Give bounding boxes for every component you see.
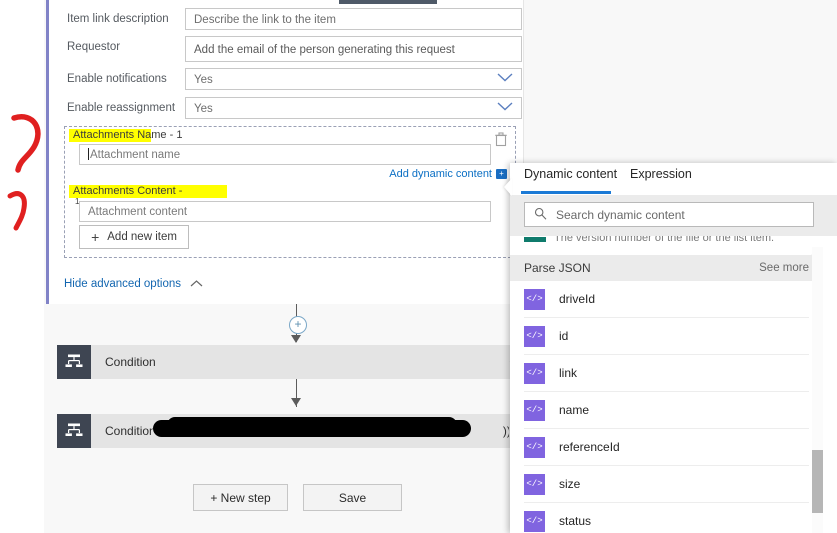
- dynamic-content-item-label: status: [559, 514, 592, 528]
- search-icon: [534, 207, 547, 223]
- expression-chip-icon: </>: [524, 325, 545, 347]
- form-row-item-link-description: Item link description Describe the link …: [67, 8, 522, 30]
- tab-active-underline: [521, 191, 611, 194]
- chevron-up-icon: [190, 278, 203, 290]
- dynamic-content-item[interactable]: </> driveId: [524, 281, 809, 318]
- dynamic-content-item-label: referenceId: [559, 440, 620, 454]
- select-value: Yes: [194, 103, 213, 115]
- connector-arrow: [291, 398, 301, 406]
- search-area: Search dynamic content: [510, 195, 837, 236]
- attachments-repeating-group: Attachments Name - 1 Attachment name Add…: [64, 126, 516, 258]
- add-dynamic-content-label: Add dynamic content: [389, 168, 492, 180]
- save-button[interactable]: Save: [303, 484, 402, 511]
- dynamic-content-panel: Dynamic content Expression Search dynami…: [510, 163, 837, 533]
- flow-step-condition-1[interactable]: Condition •: [57, 345, 524, 379]
- expression-chip-icon: </>: [524, 436, 545, 458]
- attachment-content-input[interactable]: Attachment content: [79, 201, 491, 222]
- form-row-enable-notifications: Enable notifications Yes: [67, 68, 522, 90]
- flow-step-title: Condition -: [105, 424, 153, 438]
- dynamic-content-item-label: link: [559, 366, 578, 380]
- flow-designer-canvas: Item link description Describe the link …: [0, 0, 837, 533]
- hide-advanced-options-toggle[interactable]: Hide advanced options: [64, 278, 203, 290]
- tab-expression[interactable]: Expression: [630, 167, 692, 181]
- chevron-down-icon: [497, 69, 513, 89]
- connector-arrow: [291, 335, 301, 343]
- canvas-left-margin: [0, 0, 44, 533]
- attachment-name-input[interactable]: Attachment name: [79, 144, 491, 165]
- dynamic-content-item[interactable]: </> name: [524, 392, 809, 429]
- chevron-down-icon: [497, 98, 513, 118]
- tab-dynamic-content[interactable]: Dynamic content: [524, 167, 617, 181]
- dynamic-content-item-label: name: [559, 403, 590, 417]
- dynamic-content-item-label: driveId: [559, 292, 596, 306]
- dynamic-content-item[interactable]: </> size: [524, 466, 809, 503]
- add-new-item-button[interactable]: + Add new item: [79, 225, 189, 249]
- requestor-input[interactable]: Add the email of the person generating t…: [185, 36, 522, 62]
- field-label: Item link description: [67, 13, 169, 25]
- card-top-accent-bar: [339, 0, 437, 4]
- text-caret: [88, 148, 89, 160]
- dynamic-content-item-label: id: [559, 329, 569, 343]
- search-input[interactable]: Search dynamic content: [524, 202, 814, 227]
- dynamic-content-item[interactable]: </> link: [524, 355, 809, 392]
- dynamic-content-item[interactable]: </> referenceId: [524, 429, 809, 466]
- flow-step-title: Condition: [105, 355, 156, 369]
- add-dynamic-content-link[interactable]: Add dynamic content +: [389, 168, 507, 180]
- plus-icon: +: [91, 229, 100, 245]
- condition-icon: [57, 414, 91, 448]
- add-new-item-label: Add new item: [107, 231, 177, 243]
- dynamic-content-item[interactable]: </> status: [524, 503, 809, 533]
- attachments-content-label: Attachments Content -: [73, 185, 183, 197]
- form-row-requestor: Requestor Add the email of the person ge…: [67, 36, 522, 62]
- item-link-description-input[interactable]: Describe the link to the item: [185, 8, 522, 30]
- search-placeholder: Search dynamic content: [556, 207, 685, 222]
- redaction-mark: [153, 417, 471, 437]
- trash-icon[interactable]: [493, 131, 509, 147]
- expression-chip-icon: </>: [524, 362, 545, 384]
- panel-callout-arrow: [504, 178, 512, 196]
- panel-tab-bar: Dynamic content Expression: [510, 163, 837, 196]
- clipped-previous-item: The version number of the file or the li…: [510, 236, 823, 247]
- insert-step-button[interactable]: +: [289, 316, 307, 334]
- expression-chip-icon: </>: [524, 473, 545, 495]
- attachments-name-label: Attachments Name - 1: [73, 129, 183, 141]
- dynamic-group-title: Parse JSON: [524, 261, 591, 275]
- field-label: Enable reassignment: [67, 102, 176, 114]
- dynamic-content-list: </> driveId </> id </> link </> name </> referenc…: [510, 281, 823, 533]
- field-label: Requestor: [67, 41, 121, 53]
- condition-icon: [57, 345, 91, 379]
- attachment-name-placeholder: Attachment name: [90, 149, 181, 161]
- enable-notifications-select[interactable]: Yes: [185, 68, 522, 90]
- clipped-item-description: The version number of the file or the li…: [554, 236, 775, 244]
- panel-scrollbar-thumb[interactable]: [812, 450, 823, 513]
- dynamic-content-item[interactable]: </> id: [524, 318, 809, 355]
- expression-chip-icon: </>: [524, 399, 545, 421]
- expression-chip-icon: </>: [524, 510, 545, 532]
- enable-reassignment-select[interactable]: Yes: [185, 97, 522, 119]
- dynamic-group-header: Parse JSON See more: [510, 255, 823, 281]
- expression-chip-icon: </>: [524, 288, 545, 310]
- clipped-item-chip: [524, 237, 546, 242]
- select-value: Yes: [194, 74, 213, 86]
- field-label: Enable notifications: [67, 73, 167, 85]
- dynamic-content-item-label: size: [559, 477, 581, 491]
- hide-advanced-options-label: Hide advanced options: [64, 278, 181, 290]
- new-step-button[interactable]: + New step: [193, 484, 288, 511]
- form-row-enable-reassignment: Enable reassignment Yes: [67, 97, 522, 119]
